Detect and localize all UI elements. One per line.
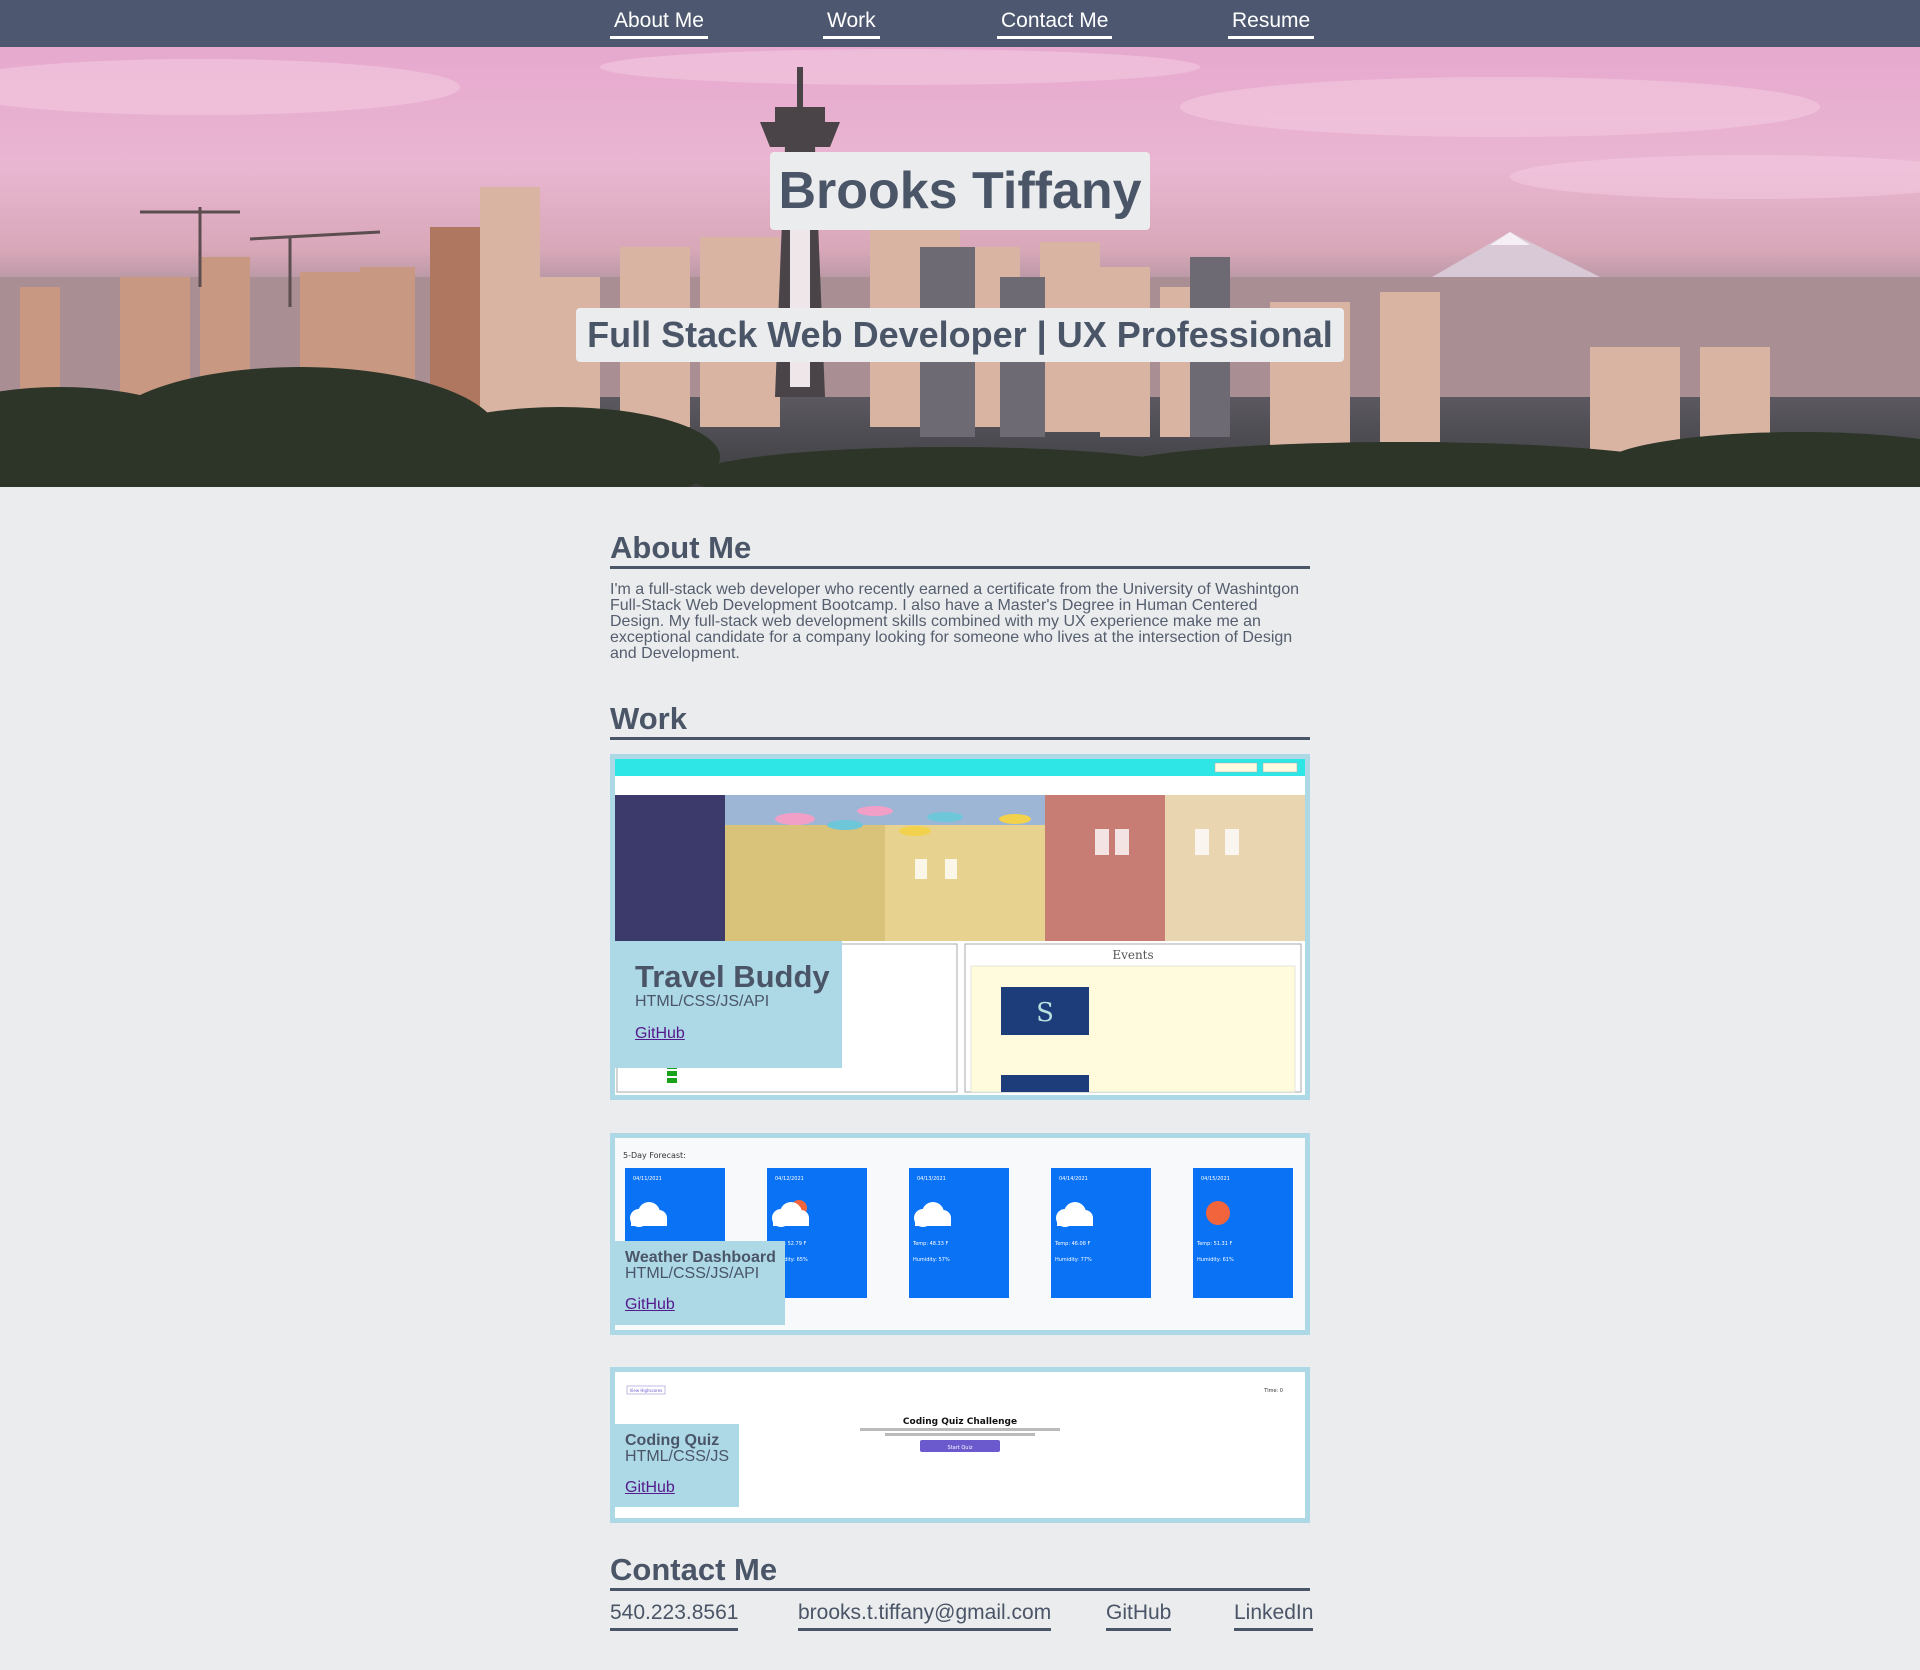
project-title: Coding Quiz xyxy=(625,1432,720,1449)
contact-github-link[interactable]: GitHub xyxy=(1106,1600,1172,1631)
forecast-day-card: 04/13/2021 Temp: 48.33 F Humidity: 57% xyxy=(909,1168,1009,1298)
forecast-temp: Temp: 48.33 F xyxy=(912,1241,949,1247)
svg-text:S: S xyxy=(1036,998,1054,1028)
project-title: Travel Buddy xyxy=(635,959,830,994)
forecast-humidity: Humidity: 57% xyxy=(913,1257,950,1263)
project-card-weather-dashboard[interactable]: 5-Day Forecast: 04/11/2021 04/12/2021 Temp… xyxy=(610,1133,1310,1335)
timer-text: Time: 0 xyxy=(1263,1388,1283,1394)
project-card-coding-quiz[interactable]: View Highscores Time: 0 Coding Quiz Chal… xyxy=(610,1367,1310,1523)
hero-name: Brooks Tiffany xyxy=(770,152,1150,230)
events-heading: Events xyxy=(1112,948,1153,962)
about-body: I'm a full-stack web developer who recen… xyxy=(610,581,1299,662)
contact-heading: Contact Me xyxy=(610,1552,1310,1591)
quiz-heading: Coding Quiz Challenge xyxy=(903,1417,1017,1427)
project-label-travel-buddy: Travel Buddy HTML/CSS/JS/API GitHub xyxy=(615,941,842,1068)
forecast-day-card: 04/15/2021 Temp: 51.31 F Humidity: 61% xyxy=(1193,1168,1293,1298)
contact-linkedin-link[interactable]: LinkedIn xyxy=(1234,1600,1314,1631)
forecast-temp: Temp: 51.31 F xyxy=(1196,1241,1233,1247)
seattle-skyline-image xyxy=(0,49,1920,487)
project-stack: HTML/CSS/JS xyxy=(625,1448,730,1465)
project-label-coding-quiz: Coding Quiz HTML/CSS/JS GitHub xyxy=(615,1424,739,1507)
sun-icon xyxy=(1206,1201,1230,1225)
project-stack: HTML/CSS/JS/API xyxy=(625,1265,760,1282)
forecast-temp: Temp: 46.08 F xyxy=(1054,1241,1091,1247)
project-title: Weather Dashboard xyxy=(625,1249,776,1266)
project-github-link[interactable]: GitHub xyxy=(625,1480,675,1496)
top-nav: About Me Work Contact Me Resume xyxy=(0,0,1920,47)
forecast-humidity: Humidity: 61% xyxy=(1197,1257,1234,1263)
forecast-date: 04/15/2021 xyxy=(1201,1176,1230,1182)
forecast-heading: 5-Day Forecast: xyxy=(623,1151,686,1160)
project-github-link[interactable]: GitHub xyxy=(625,1297,675,1313)
project-stack: HTML/CSS/JS/API xyxy=(635,993,770,1010)
nav-about-link[interactable]: About Me xyxy=(610,8,708,39)
forecast-day-card: 04/14/2021 Temp: 46.08 F Humidity: 77% xyxy=(1051,1168,1151,1298)
nav-resume-link[interactable]: Resume xyxy=(1228,8,1315,39)
project-card-travel-buddy[interactable]: Events S Travel Buddy HTML/CSS/JS/API Gi… xyxy=(610,754,1310,1100)
hero-banner: Brooks Tiffany Full Stack Web Developer … xyxy=(0,47,1920,487)
project-label-weather-dashboard: Weather Dashboard HTML/CSS/JS/API GitHub xyxy=(615,1241,785,1325)
forecast-humidity: Humidity: 77% xyxy=(1055,1257,1092,1263)
contact-email-link[interactable]: brooks.t.tiffany@gmail.com xyxy=(798,1600,1052,1631)
contact-phone-link[interactable]: 540.223.8561 xyxy=(610,1600,739,1631)
work-heading: Work xyxy=(610,701,1310,740)
forecast-date: 04/12/2021 xyxy=(775,1176,804,1182)
about-heading: About Me xyxy=(610,530,1310,569)
forecast-date: 04/14/2021 xyxy=(1059,1176,1088,1182)
forecast-date: 04/11/2021 xyxy=(633,1176,662,1182)
nav-contact-link[interactable]: Contact Me xyxy=(997,8,1113,39)
hero-tagline: Full Stack Web Developer | UX Profession… xyxy=(576,308,1344,362)
nav-work-link[interactable]: Work xyxy=(823,8,880,39)
forecast-date: 04/13/2021 xyxy=(917,1176,946,1182)
project-github-link[interactable]: GitHub xyxy=(635,1025,685,1043)
view-highscores-link: View Highscores xyxy=(630,1388,663,1393)
start-quiz-button: Start Quiz xyxy=(948,1445,973,1451)
